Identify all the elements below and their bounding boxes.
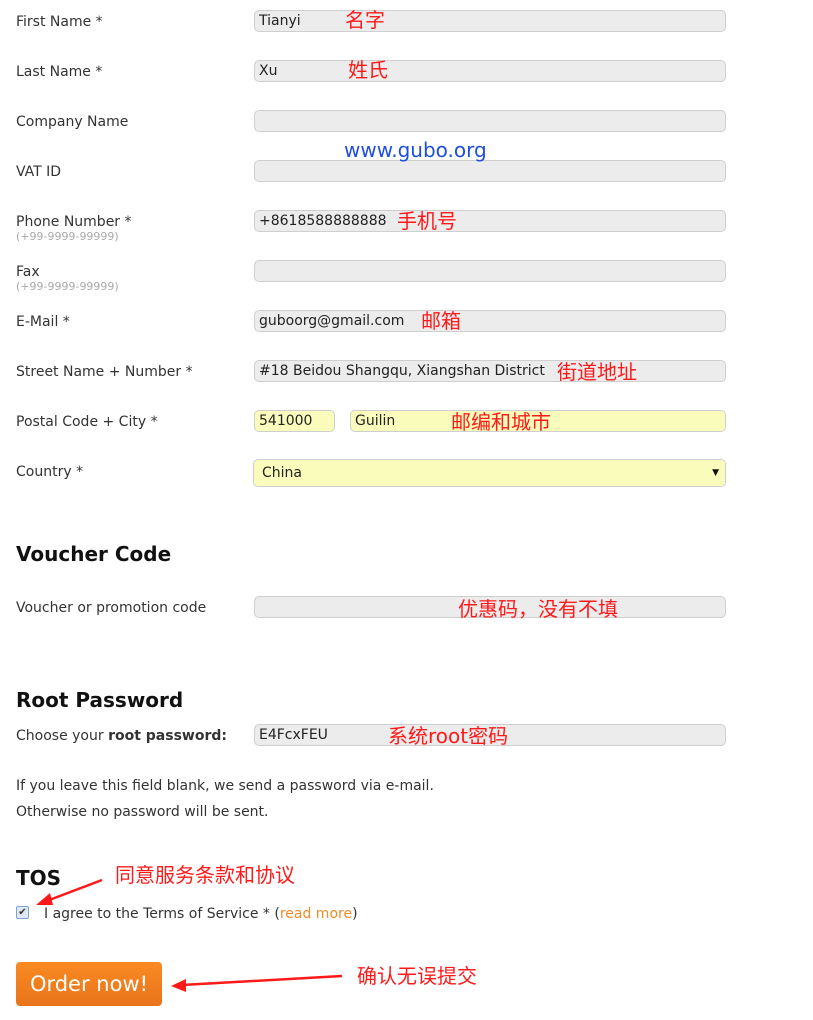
last-name-input[interactable]	[254, 60, 726, 82]
phone-label-group: Phone Number * (+99-9999-99999)	[16, 213, 132, 243]
password-note-line1: If you leave this field blank, we send a…	[16, 778, 434, 794]
root-password-label-bold: root password:	[108, 728, 227, 744]
watermark-text: www.gubo.org	[344, 138, 487, 162]
tos-text: I agree to the Terms of Service * (	[44, 906, 280, 922]
last-name-label: Last Name *	[16, 64, 103, 80]
first-name-label: First Name *	[16, 14, 103, 30]
annotation-order: 确认无误提交	[357, 964, 477, 988]
annotation-root-password: 系统root密码	[388, 724, 509, 748]
phone-input[interactable]	[254, 210, 726, 232]
order-now-button[interactable]: Order now!	[16, 962, 162, 1006]
country-label: Country *	[16, 464, 84, 480]
password-note-line2: Otherwise no password will be sent.	[16, 804, 269, 820]
postal-code-input[interactable]	[254, 410, 335, 432]
country-selected-value: China	[262, 465, 302, 481]
postal-city-label: Postal Code + City *	[16, 414, 158, 430]
order-arrow-icon	[171, 974, 343, 992]
annotation-street: 街道地址	[557, 360, 637, 384]
tos-agree-text: I agree to the Terms of Service * (read …	[44, 905, 358, 923]
annotation-phone: 手机号	[397, 209, 457, 233]
country-select[interactable]: China ▼	[253, 459, 726, 487]
annotation-email: 邮箱	[421, 309, 461, 333]
annotation-tos: 同意服务条款和协议	[115, 863, 295, 887]
phone-label: Phone Number *	[16, 214, 132, 230]
fax-label: Fax	[16, 264, 40, 280]
fax-label-group: Fax (+99-9999-99999)	[16, 263, 119, 293]
voucher-heading: Voucher Code	[16, 542, 172, 566]
annotation-first-name: 名字	[345, 8, 385, 32]
email-label: E-Mail *	[16, 314, 70, 330]
annotation-postal-city: 邮编和城市	[451, 410, 551, 434]
tos-text-end: )	[352, 906, 358, 922]
dropdown-arrow-icon: ▼	[712, 468, 719, 478]
root-password-label: Choose your root password:	[16, 727, 227, 745]
root-password-heading: Root Password	[16, 688, 184, 712]
vat-id-label: VAT ID	[16, 164, 62, 180]
fax-input[interactable]	[254, 260, 726, 282]
first-name-input[interactable]	[254, 10, 726, 32]
tos-read-more-link[interactable]: read more	[280, 906, 352, 922]
phone-format-hint: (+99-9999-99999)	[16, 230, 119, 243]
annotation-voucher: 优惠码，没有不填	[458, 597, 618, 621]
checkmark-icon: ✔	[18, 907, 27, 918]
company-name-label: Company Name	[16, 114, 129, 130]
tos-checkbox[interactable]: ✔	[16, 906, 29, 919]
company-name-input[interactable]	[254, 110, 726, 132]
email-input[interactable]	[254, 310, 726, 332]
vat-id-input[interactable]	[254, 160, 726, 182]
street-label: Street Name + Number *	[16, 364, 193, 380]
tos-heading: TOS	[16, 866, 62, 890]
fax-format-hint: (+99-9999-99999)	[16, 280, 119, 293]
annotation-last-name: 姓氏	[348, 58, 388, 82]
street-input[interactable]	[254, 360, 726, 382]
root-password-label-prefix: Choose your	[16, 728, 109, 744]
voucher-label: Voucher or promotion code	[16, 600, 207, 616]
